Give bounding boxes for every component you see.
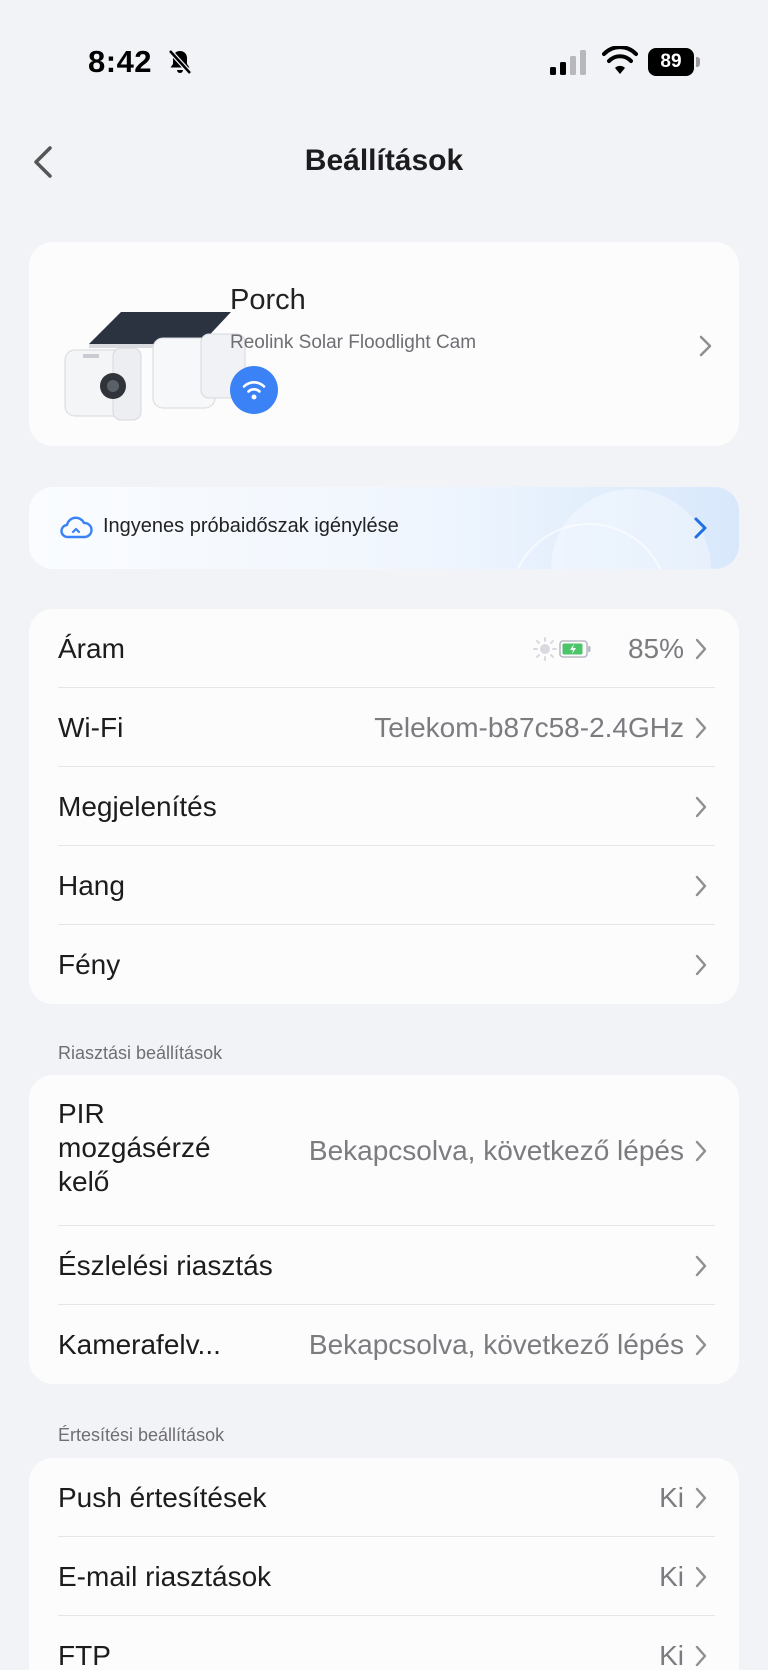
section-title-notifications: Értesítési beállítások — [58, 1425, 225, 1445]
chevron-right-icon — [695, 1645, 707, 1667]
alarm-list: PIR mozgásérzé kelő Bekapcsolva, követke… — [29, 1075, 739, 1384]
nav-bar: Beállítások — [0, 130, 768, 194]
list-item-label: Fény — [58, 949, 121, 980]
chevron-right-icon — [695, 1566, 707, 1588]
list-item-label: Észlelési riasztás — [58, 1250, 273, 1281]
device-model: Reolink Solar Floodlight Cam — [230, 332, 477, 353]
list-item-label: Push értesítések — [58, 1482, 267, 1513]
device-card[interactable]: Porch Reolink Solar Floodlight Cam — [29, 242, 739, 446]
chevron-right-icon — [699, 335, 712, 357]
list-item-ftp[interactable]: FTP Ki — [29, 1616, 739, 1670]
list-item-value: Telekom-b87c58-2.4GHz — [374, 712, 684, 743]
wifi-icon — [602, 46, 638, 74]
status-time: 8:42 — [88, 44, 153, 79]
list-item-push[interactable]: Push értesítések Ki — [29, 1458, 739, 1537]
list-item-label: Wi-Fi — [58, 712, 124, 743]
list-item-value: Ki — [659, 1561, 684, 1592]
list-item-detection-alarm[interactable]: Észlelési riasztás — [29, 1226, 739, 1305]
bell-slash-icon — [168, 49, 192, 75]
list-item-label: Megjelenítés — [58, 791, 217, 822]
cloud-icon — [60, 516, 93, 539]
list-item-value: Ki — [659, 1640, 684, 1670]
chevron-right-icon — [695, 1255, 707, 1277]
list-item-display[interactable]: Megjelenítés — [29, 767, 739, 846]
wifi-status-badge — [230, 366, 278, 414]
chevron-right-icon — [695, 954, 707, 976]
list-item-email[interactable]: E-mail riasztások Ki — [29, 1537, 739, 1616]
list-item-label: Áram — [58, 633, 125, 664]
wifi-badge-icon — [242, 381, 266, 400]
settings-list: Áram 85% Wi-Fi Telekom-b87c58-2.4GHz Meg… — [29, 609, 739, 1004]
status-bar: 8:42 89 — [0, 0, 768, 120]
section-title-alarm: Riasztási beállítások — [58, 1043, 223, 1063]
device-name: Porch — [230, 284, 306, 316]
list-item-wifi[interactable]: Wi-Fi Telekom-b87c58-2.4GHz — [29, 688, 739, 767]
battery-level: 89 — [648, 48, 694, 76]
list-item-light[interactable]: Fény — [29, 925, 739, 1004]
trial-banner[interactable]: Ingyenes próbaidőszak igénylése — [29, 487, 739, 569]
list-item-camera-recording[interactable]: Kamerafelv... Bekapcsolva, következő lép… — [29, 1305, 739, 1384]
list-item-label: Kamerafelv... — [58, 1329, 221, 1360]
sun-icon — [533, 637, 557, 661]
list-item-label: Hang — [58, 870, 125, 901]
trial-label: Ingyenes próbaidőszak igénylése — [103, 515, 399, 537]
list-item-value: Bekapcsolva, következő lépés — [308, 1329, 684, 1360]
chevron-right-icon — [694, 517, 707, 539]
chevron-right-icon — [695, 638, 707, 660]
signal-icon — [550, 50, 586, 75]
list-item-value: Bekapcsolva, következő lépés — [308, 1135, 684, 1166]
list-item-power[interactable]: Áram 85% — [29, 609, 739, 688]
chevron-right-icon — [695, 875, 707, 897]
list-item-label: PIR mozgásérzé kelő — [58, 1098, 211, 1197]
list-item-pir[interactable]: PIR mozgásérzé kelő Bekapcsolva, követke… — [29, 1075, 739, 1226]
camera-image — [64, 312, 246, 421]
chevron-right-icon — [695, 717, 707, 739]
notification-list: Push értesítések Ki E-mail riasztások Ki… — [29, 1458, 739, 1670]
list-item-value: 85% — [627, 633, 684, 664]
list-item-label: FTP — [58, 1640, 111, 1670]
list-item-label: E-mail riasztások — [58, 1561, 272, 1592]
list-item-sound[interactable]: Hang — [29, 846, 739, 925]
chevron-right-icon — [695, 1334, 707, 1356]
chevron-right-icon — [695, 1140, 707, 1162]
battery-icon: 89 — [648, 48, 700, 76]
solar-battery-icon — [559, 640, 591, 658]
chevron-right-icon — [695, 796, 707, 818]
chevron-right-icon — [695, 1487, 707, 1509]
list-item-value: Ki — [659, 1482, 684, 1513]
page-title: Beállítások — [304, 144, 464, 177]
